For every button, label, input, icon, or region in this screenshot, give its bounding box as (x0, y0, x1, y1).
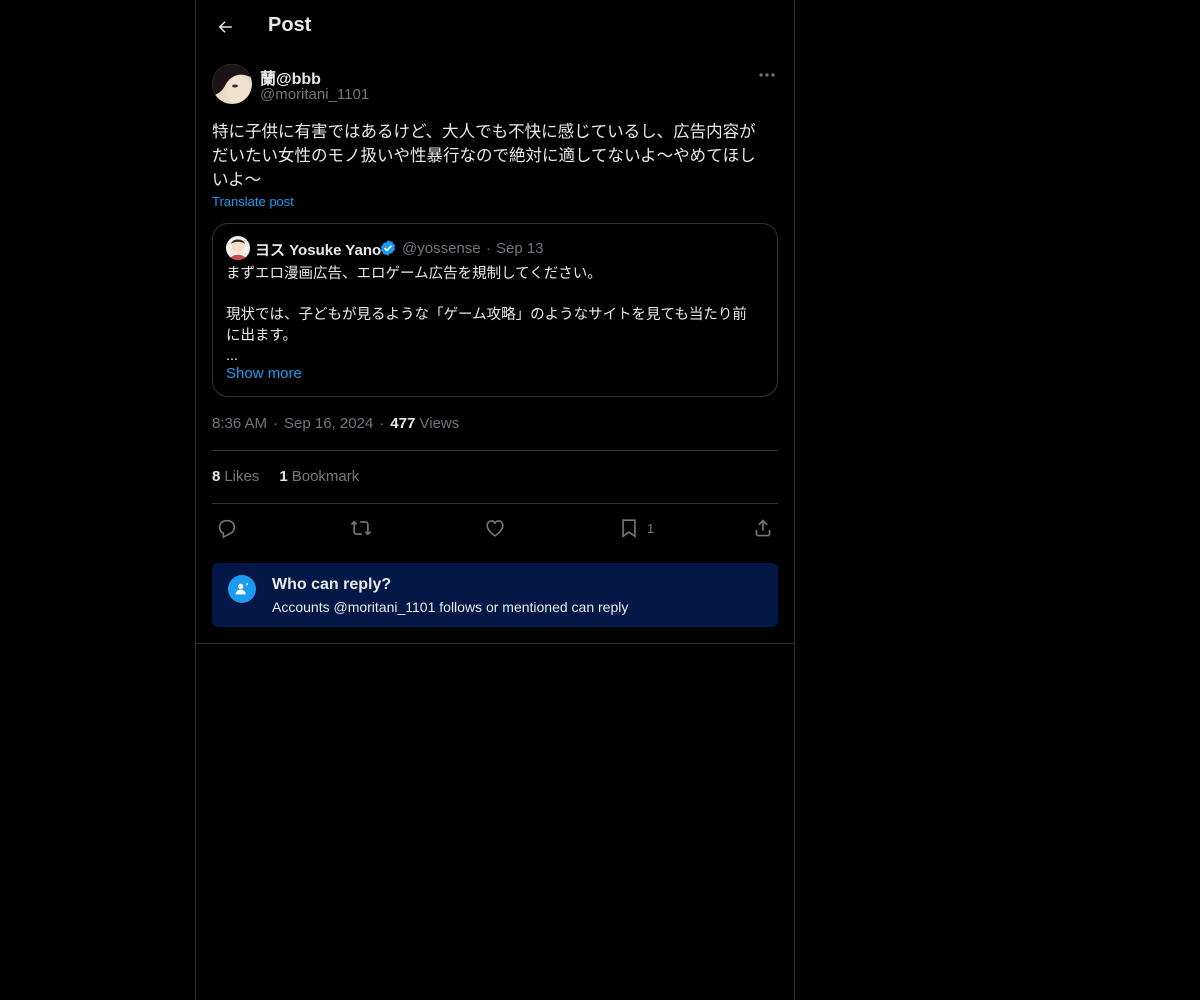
post-metadata: 8:36 AM · Sep 16, 2024 · 477 Views (212, 415, 459, 432)
likes-label: Likes (224, 468, 260, 485)
post-time[interactable]: 8:36 AM (212, 415, 267, 432)
person-mention-icon (228, 575, 256, 603)
who-can-reply-notice: Who can reply? Accounts @moritani_1101 f… (212, 563, 778, 627)
quote-text: まずエロ漫画広告、エロゲーム広告を規制してください。 現状では、子どもが見るよう… (226, 266, 747, 364)
quote-author-avatar (226, 236, 250, 260)
top-bar: Post (196, 0, 794, 53)
author-avatar[interactable] (212, 64, 252, 104)
engagement-stats: 8 Likes 1 Bookmark (212, 468, 359, 485)
repost-button[interactable] (349, 515, 373, 541)
heart-icon (486, 520, 504, 537)
post-detail-column: Post 蘭@bbb @moritani_1101 特に子供に有害ではあるけど、… (195, 0, 795, 1000)
likes-stat[interactable]: 8 Likes (212, 468, 259, 485)
bookmarks-label: Bookmark (291, 468, 360, 485)
likes-count: 8 (212, 468, 221, 485)
bookmark-button[interactable]: 1 (618, 515, 654, 541)
arrow-left-icon (218, 21, 232, 33)
views-label: Views (419, 415, 460, 432)
author-handle[interactable]: @moritani_1101 (260, 86, 369, 103)
back-button[interactable] (208, 10, 242, 44)
reply-icon (218, 519, 236, 539)
quote-author-name: ヨス Yosuke Yano (255, 242, 382, 259)
divider (196, 643, 794, 644)
who-can-reply-subtitle: Accounts @moritani_1101 follows or menti… (272, 599, 629, 615)
quoted-post[interactable]: ヨス Yosuke Yano @yossense · Sep 13 まずエロ漫画… (212, 223, 778, 397)
views-count: 477 (390, 415, 416, 432)
more-horizontal-icon (759, 73, 775, 77)
more-options-button[interactable] (756, 66, 778, 84)
bookmark-count: 1 (647, 520, 655, 536)
bookmarks-count: 1 (279, 468, 288, 485)
divider (212, 450, 778, 451)
translate-post-link[interactable]: Translate post (212, 194, 294, 209)
who-can-reply-title: Who can reply? (272, 576, 392, 593)
quote-date: Sep 13 (496, 240, 544, 257)
page-title: Post (268, 14, 312, 36)
separator-dot: · (486, 240, 491, 257)
separator-dot: · (273, 415, 279, 432)
repost-icon (350, 520, 372, 536)
post-date[interactable]: Sep 16, 2024 (284, 415, 373, 432)
action-bar: 1 (212, 513, 778, 543)
separator-dot: · (379, 415, 385, 432)
reply-button[interactable] (216, 515, 238, 541)
share-icon (755, 519, 771, 537)
divider (212, 503, 778, 504)
show-more-link[interactable]: Show more (226, 365, 302, 382)
quote-author-handle: @yossense (402, 240, 481, 257)
bookmark-icon (622, 519, 636, 538)
bookmarks-stat[interactable]: 1 Bookmark (279, 468, 359, 485)
like-button[interactable] (484, 515, 506, 541)
share-button[interactable] (752, 515, 774, 541)
post-text: 特に子供に有害ではあるけど、大人でも不快に感じているし、広告内容が だいたい女性… (212, 123, 756, 189)
verified-badge-icon (380, 240, 396, 256)
